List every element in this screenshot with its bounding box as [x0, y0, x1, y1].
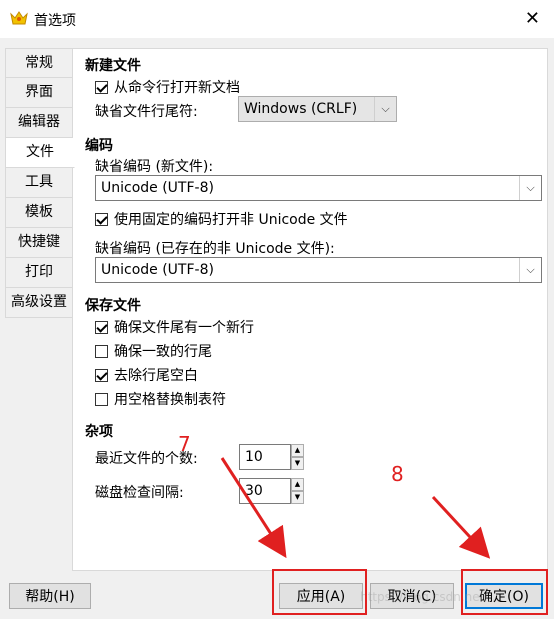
tab-file[interactable]: 文件	[5, 138, 75, 168]
ok-arrow	[431, 495, 491, 559]
apply-arrow	[220, 457, 287, 559]
annotation-arrows	[220, 457, 491, 559]
